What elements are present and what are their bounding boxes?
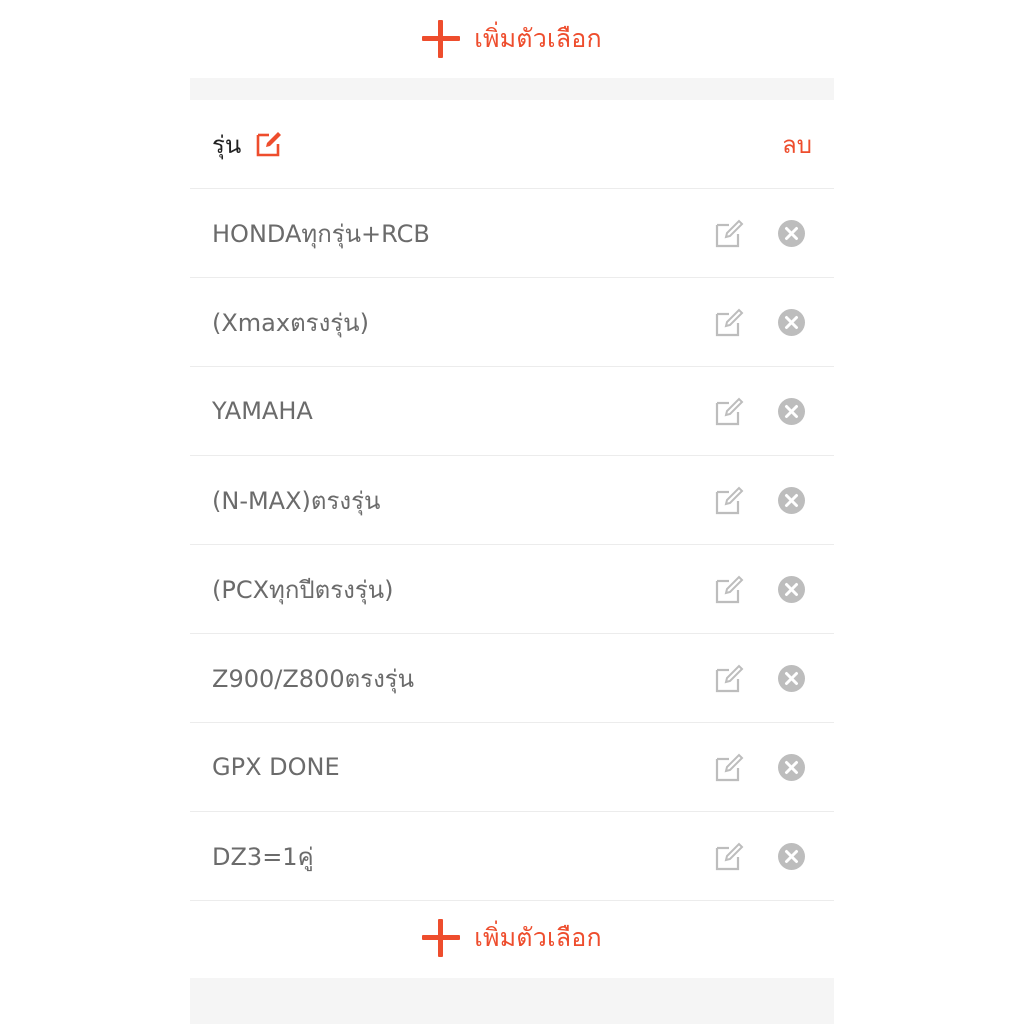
option-row: (Xmaxตรงรุ่น) — [190, 278, 834, 367]
option-list: HONDAทุกรุ่น+RCB (Xmaxตรงรุ่น) YAMAHA (N-MA… — [190, 189, 834, 901]
edit-icon[interactable] — [714, 308, 744, 338]
add-option-label: เพิ่มตัวเลือก — [474, 24, 602, 53]
plus-icon — [422, 20, 461, 58]
edit-icon[interactable] — [714, 486, 744, 516]
add-option-button-bottom[interactable]: เพิ่มตัวเลือก — [190, 898, 834, 978]
option-label: GPX DONE — [212, 753, 340, 781]
variation-header: รุ่น ลบ — [190, 100, 834, 189]
edit-icon[interactable] — [714, 664, 744, 694]
edit-icon[interactable] — [714, 753, 744, 783]
option-row: (PCXทุกปีตรงรุ่น) — [190, 545, 834, 634]
add-option-button-top[interactable]: เพิ่มตัวเลือก — [190, 0, 834, 78]
add-option-label: เพิ่มตัวเลือก — [474, 923, 602, 952]
remove-option-icon[interactable] — [778, 665, 805, 692]
section-divider — [190, 978, 834, 1024]
option-row: YAMAHA — [190, 367, 834, 456]
option-label: (N-MAX)ตรงรุ่น — [212, 486, 381, 515]
section-divider — [190, 78, 834, 100]
option-label: HONDAทุกรุ่น+RCB — [212, 219, 430, 248]
edit-icon[interactable] — [714, 397, 744, 427]
option-row: GPX DONE — [190, 723, 834, 812]
option-label: (PCXทุกปีตรงรุ่น) — [212, 575, 394, 604]
edit-icon[interactable] — [714, 842, 744, 872]
variation-title: รุ่น — [212, 130, 242, 159]
remove-option-icon[interactable] — [778, 220, 805, 247]
edit-title-icon[interactable] — [255, 130, 283, 158]
remove-option-icon[interactable] — [778, 576, 805, 603]
option-label: (Xmaxตรงรุ่น) — [212, 308, 369, 337]
remove-option-icon[interactable] — [778, 754, 805, 781]
option-row: Z900/Z800ตรงรุ่น — [190, 634, 834, 723]
option-label: DZ3=1คู่ — [212, 842, 314, 871]
variation-editor: เพิ่มตัวเลือก รุ่น ลบ HONDAทุกรุ่น+RCB (X… — [0, 0, 1024, 1024]
option-label: YAMAHA — [212, 397, 313, 425]
option-row: HONDAทุกรุ่น+RCB — [190, 189, 834, 278]
remove-option-icon[interactable] — [778, 843, 805, 870]
plus-icon — [422, 919, 461, 957]
edit-icon[interactable] — [714, 219, 744, 249]
remove-option-icon[interactable] — [778, 487, 805, 514]
remove-option-icon[interactable] — [778, 398, 805, 425]
option-row: DZ3=1คู่ — [190, 812, 834, 901]
edit-icon[interactable] — [714, 575, 744, 605]
option-label: Z900/Z800ตรงรุ่น — [212, 664, 415, 693]
option-row: (N-MAX)ตรงรุ่น — [190, 456, 834, 545]
delete-variation-button[interactable]: ลบ — [782, 125, 812, 164]
remove-option-icon[interactable] — [778, 309, 805, 336]
